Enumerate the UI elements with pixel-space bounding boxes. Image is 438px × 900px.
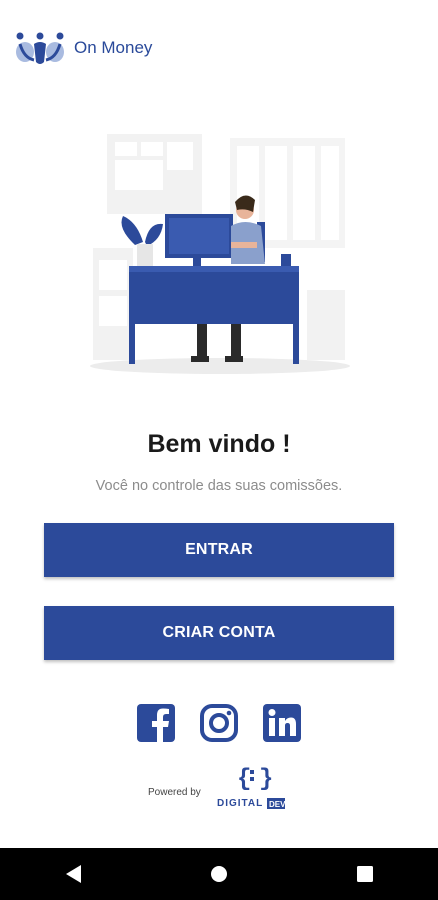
recents-button[interactable] xyxy=(335,854,395,894)
welcome-subtitle: Você no controle das suas comissões. xyxy=(95,478,343,494)
svg-text:}: } xyxy=(259,766,273,793)
back-button[interactable] xyxy=(43,854,103,894)
svg-text:{: { xyxy=(237,766,251,793)
home-icon xyxy=(211,866,227,882)
instagram-icon[interactable] xyxy=(199,703,239,743)
android-nav-bar xyxy=(0,848,438,900)
enter-button[interactable]: ENTRAR xyxy=(44,523,394,577)
workspace-illustration xyxy=(90,134,350,374)
welcome-title: Bem vindo ! xyxy=(147,430,291,458)
app-header: On Money xyxy=(14,28,152,68)
create-account-button[interactable]: CRIAR CONTA xyxy=(44,606,394,660)
digital-dev-logo-icon: { } DIGITAL DEV xyxy=(217,766,286,809)
social-links xyxy=(0,703,438,743)
recents-icon xyxy=(357,866,373,882)
app-name: On Money xyxy=(74,38,153,57)
facebook-icon[interactable] xyxy=(136,703,176,743)
on-money-logo-icon xyxy=(16,32,64,64)
back-icon xyxy=(66,865,81,883)
linkedin-icon[interactable] xyxy=(262,703,302,743)
powered-by: Powered by { } DIGITAL DEV xyxy=(148,760,286,814)
powered-by-label: Powered by xyxy=(148,786,201,798)
brand-word-digital: DIGITAL xyxy=(217,798,263,809)
home-button[interactable] xyxy=(189,854,249,894)
brand-word-dev: DEV xyxy=(269,800,286,809)
